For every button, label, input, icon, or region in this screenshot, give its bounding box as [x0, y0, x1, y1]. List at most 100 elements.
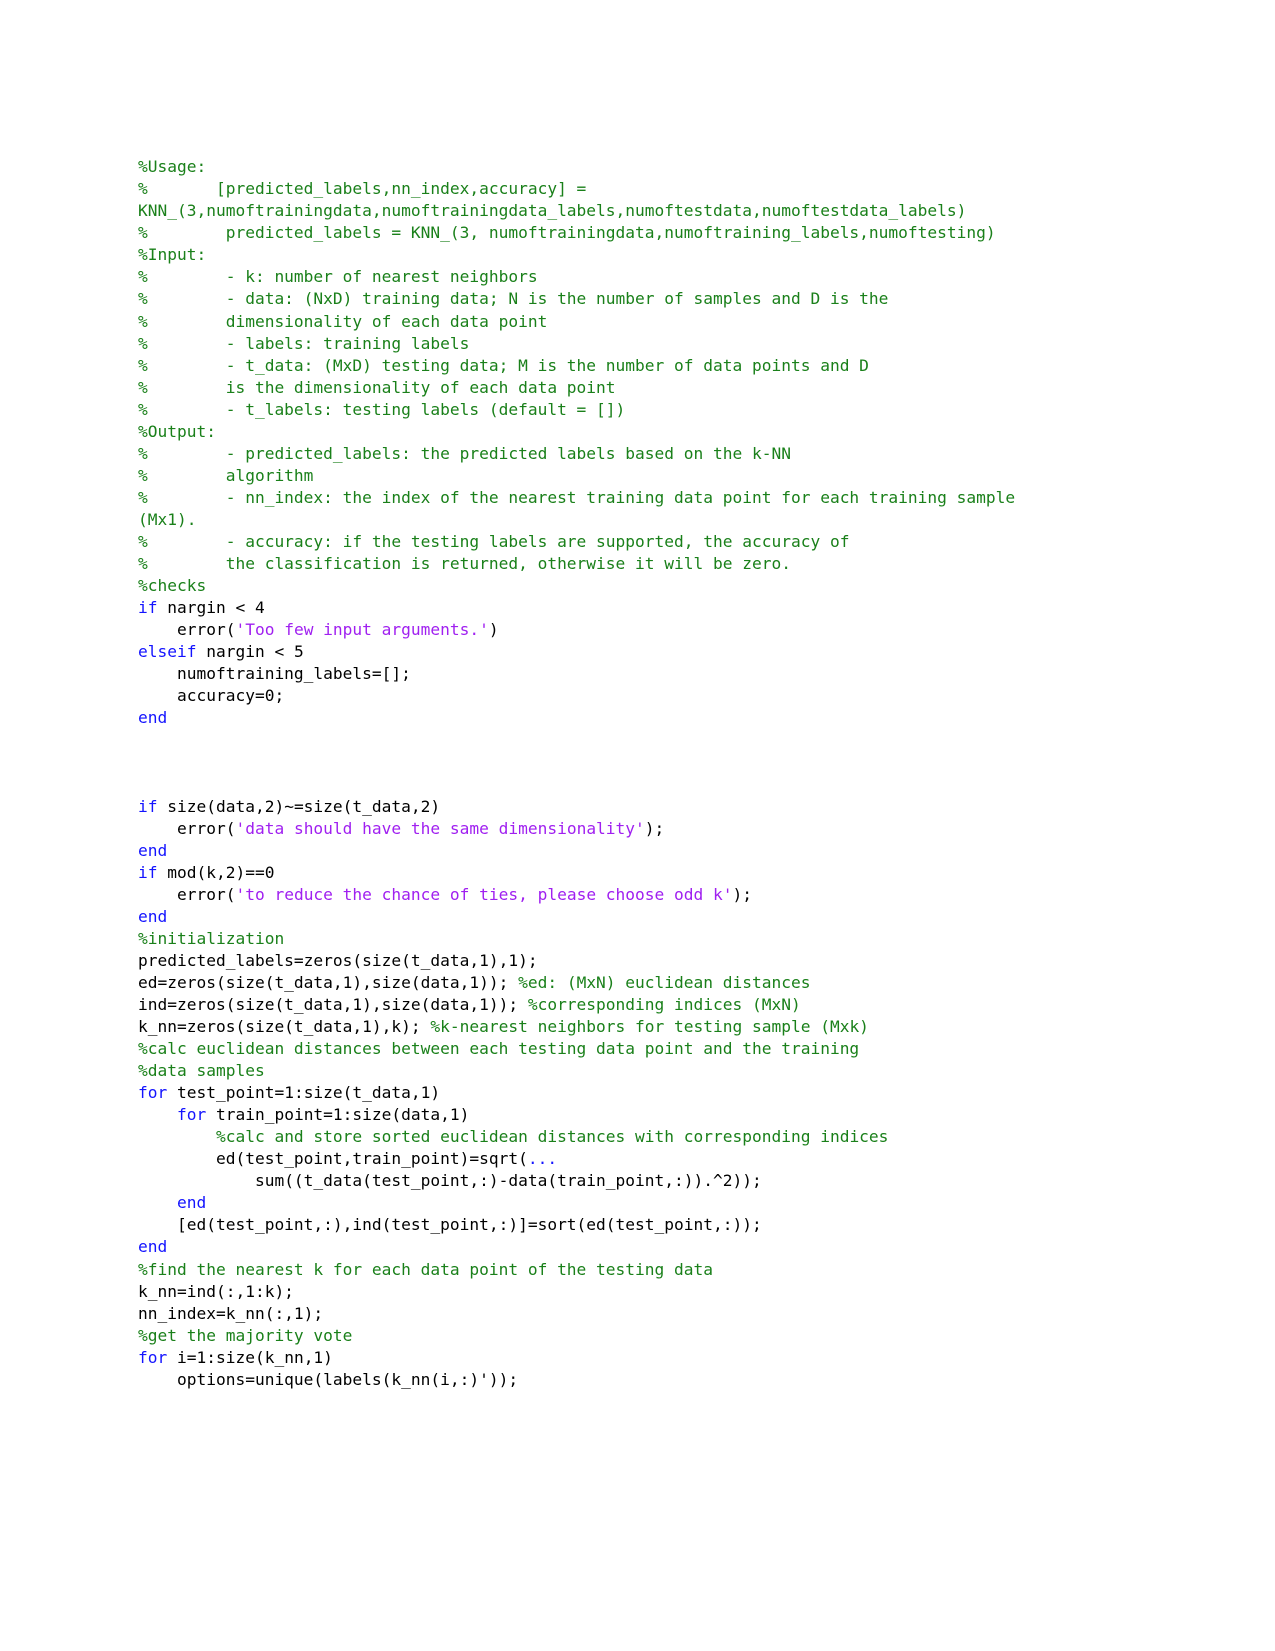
code-line: %find the nearest k for each data point … [138, 1259, 1083, 1281]
code-keyword: end [138, 1237, 168, 1257]
code-line: ind=zeros(size(t_data,1),size(data,1)); … [138, 994, 1083, 1016]
code-comment: %Usage: [138, 157, 207, 177]
code-text: nn_index=k_nn(:,1); [138, 1303, 324, 1323]
code-line: % - predicted_labels: the predicted labe… [138, 443, 1083, 465]
code-text: error( [138, 884, 236, 904]
code-keyword: for [138, 1083, 168, 1103]
code-comment: % - nn_index: the index of the nearest t… [138, 487, 1025, 529]
code-text: ed=zeros(size(t_data,1),size(data,1)); [138, 972, 519, 992]
code-comment: % [predicted_labels,nn_index,accuracy] =… [138, 179, 967, 221]
code-comment: % - t_labels: testing labels (default = … [138, 399, 626, 419]
code-line: %get the majority vote [138, 1325, 1083, 1347]
code-comment: % - t_data: (MxD) testing data; M is the… [138, 355, 869, 375]
code-line: end [138, 1236, 1083, 1258]
code-text: error( [138, 818, 236, 838]
code-line: % the classification is returned, otherw… [138, 553, 1083, 575]
code-line: end [138, 707, 1083, 729]
code-line: % - t_labels: testing labels (default = … [138, 399, 1083, 421]
code-line: end [138, 840, 1083, 862]
code-comment: %get the majority vote [138, 1325, 353, 1345]
code-text: ); [732, 884, 753, 904]
code-text: accuracy=0; [138, 686, 285, 706]
code-keyword: if [138, 598, 158, 618]
code-continuation: ... [527, 1149, 558, 1169]
code-comment: %find the nearest k for each data point … [138, 1259, 713, 1279]
code-comment: % predicted_labels = KNN_(3, numoftraini… [138, 223, 996, 243]
code-comment: % - labels: training labels [138, 333, 470, 353]
code-keyword: if [138, 796, 158, 816]
code-line: % - t_data: (MxD) testing data; M is the… [138, 355, 1083, 377]
code-line: %Output: [138, 421, 1083, 443]
code-line: ed(test_point,train_point)=sqrt(... [138, 1148, 1083, 1170]
code-line: %data samples [138, 1060, 1083, 1082]
code-line: elseif nargin < 5 [138, 641, 1083, 663]
code-comment: % algorithm [138, 465, 314, 485]
code-text: [ed(test_point,:),ind(test_point,:)]=sor… [138, 1215, 762, 1235]
code-line: % - labels: training labels [138, 333, 1083, 355]
code-text: ind=zeros(size(t_data,1),size(data,1)); [138, 994, 528, 1014]
code-comment: %data samples [138, 1061, 265, 1081]
code-comment: %calc and store sorted euclidean distanc… [138, 1127, 889, 1147]
code-line: nn_index=k_nn(:,1); [138, 1303, 1083, 1325]
code-line: accuracy=0; [138, 685, 1083, 707]
code-line: % algorithm [138, 465, 1083, 487]
code-comment: %Input: [138, 245, 207, 265]
code-line: % [predicted_labels,nn_index,accuracy] =… [138, 178, 1083, 222]
code-line: if mod(k,2)==0 [138, 862, 1083, 884]
document-page: %Usage:% [predicted_labels,nn_index,accu… [0, 0, 1275, 1651]
code-string: 'to reduce the chance of ties, please ch… [235, 884, 733, 904]
code-comment: % dimensionality of each data point [138, 311, 548, 331]
code-line: % - k: number of nearest neighbors [138, 266, 1083, 288]
code-text: numoftraining_labels=[]; [138, 664, 411, 684]
code-comment: %initialization [138, 928, 285, 948]
code-line: % - nn_index: the index of the nearest t… [138, 487, 1083, 531]
code-text: k_nn=zeros(size(t_data,1),k); [138, 1017, 431, 1037]
code-comment: % is the dimensionality of each data poi… [138, 377, 616, 397]
code-line: [ed(test_point,:),ind(test_point,:)]=sor… [138, 1214, 1083, 1236]
matlab-code-listing: %Usage:% [predicted_labels,nn_index,accu… [138, 156, 1083, 1391]
code-line: error('to reduce the chance of ties, ple… [138, 884, 1083, 906]
code-text: nargin < 5 [196, 642, 304, 662]
code-keyword: end [138, 840, 168, 860]
code-line: options=unique(labels(k_nn(i,:)')); [138, 1369, 1083, 1391]
code-comment: % the classification is returned, otherw… [138, 554, 791, 574]
code-line: % predicted_labels = KNN_(3, numoftraini… [138, 222, 1083, 244]
code-text: train_point=1:size(data,1) [206, 1105, 470, 1125]
code-text: nargin < 4 [157, 598, 265, 618]
code-text: ed(test_point,train_point)=sqrt( [138, 1149, 528, 1169]
code-text: ); [644, 818, 665, 838]
code-text: options=unique(labels(k_nn(i,:)')); [138, 1369, 519, 1389]
code-line: end [138, 906, 1083, 928]
code-line: % - accuracy: if the testing labels are … [138, 531, 1083, 553]
code-comment: %checks [138, 576, 207, 596]
code-text: error( [138, 620, 236, 640]
code-comment: % - k: number of nearest neighbors [138, 267, 538, 287]
code-text: mod(k,2)==0 [157, 862, 275, 882]
code-text: sum((t_data(test_point,:)-data(train_poi… [138, 1171, 762, 1191]
code-keyword: if [138, 862, 158, 882]
code-line: %calc and store sorted euclidean distanc… [138, 1126, 1083, 1148]
code-keyword: for [138, 1347, 168, 1367]
code-comment: %calc euclidean distances between each t… [138, 1039, 860, 1059]
code-comment: %Output: [138, 421, 216, 441]
code-line: end [138, 1192, 1083, 1214]
code-line: % - data: (NxD) training data; N is the … [138, 288, 1083, 310]
code-text: i=1:size(k_nn,1) [167, 1347, 333, 1367]
code-keyword: end [138, 906, 168, 926]
code-text: size(data,2)~=size(t_data,2) [157, 796, 441, 816]
code-line: numoftraining_labels=[]; [138, 663, 1083, 685]
code-text: predicted_labels=zeros(size(t_data,1),1)… [138, 950, 538, 970]
code-keyword: end [176, 1193, 207, 1213]
code-string: 'Too few input arguments.' [235, 620, 489, 640]
code-line: %checks [138, 575, 1083, 597]
code-line: %calc euclidean distances between each t… [138, 1038, 1083, 1060]
code-line: if size(data,2)~=size(t_data,2) [138, 796, 1083, 818]
code-line: k_nn=ind(:,1:k); [138, 1281, 1083, 1303]
code-line: % is the dimensionality of each data poi… [138, 377, 1083, 399]
code-keyword: end [138, 708, 168, 728]
code-line: for i=1:size(k_nn,1) [138, 1347, 1083, 1369]
